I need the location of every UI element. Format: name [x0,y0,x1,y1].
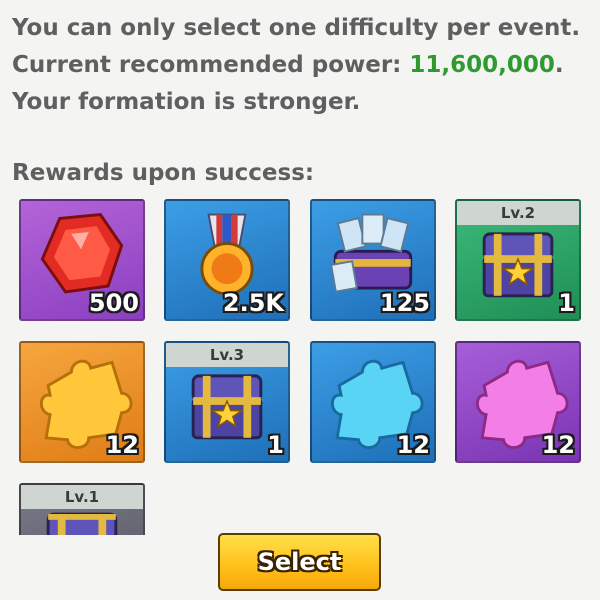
reward-tile-chest-lv1[interactable]: Lv.1 [19,483,145,535]
recommended-power-suffix: . [554,52,564,78]
reward-count: 12 [541,431,575,459]
reward-count: 12 [396,431,430,459]
reward-tile-chest-lv2[interactable]: Lv.2 1 [455,199,581,321]
reward-count: 12 [105,431,139,459]
reward-tile-red-gem[interactable]: 500 [19,199,145,321]
reward-tile-orange-puzzle[interactable]: 12 [19,341,145,463]
recommended-power-label: Current recommended power: [12,52,410,78]
reward-count: 500 [88,289,139,317]
info-line-3: Your formation is stronger. [12,89,361,115]
reward-tile-ticket-chest[interactable]: 125 [310,199,436,321]
chest-icon [46,512,118,535]
rewards-grid: 500 2.5K 125 Lv.2 1 12 Lv.3 1 12 12 Lv.1 [19,199,585,535]
reward-tile-medal[interactable]: 2.5K [164,199,290,321]
reward-count: 125 [379,289,430,317]
rewards-title: Rewards upon success: [12,160,315,186]
reward-tile-blue-puzzle[interactable]: 12 [310,341,436,463]
info-line-1: You can only select one difficulty per e… [12,15,581,41]
info-line-2: Current recommended power: 11,600,000. [12,47,592,84]
reward-count: 1 [558,289,575,317]
reward-count: 2.5K [222,289,284,317]
reward-count: 1 [267,431,284,459]
reward-tile-chest-lv3[interactable]: Lv.3 1 [164,341,290,463]
reward-tile-pink-puzzle[interactable]: 12 [455,341,581,463]
info-block: You can only select one difficulty per e… [12,10,592,121]
select-button[interactable]: Select [218,533,381,591]
recommended-power-value: 11,600,000 [409,52,555,78]
